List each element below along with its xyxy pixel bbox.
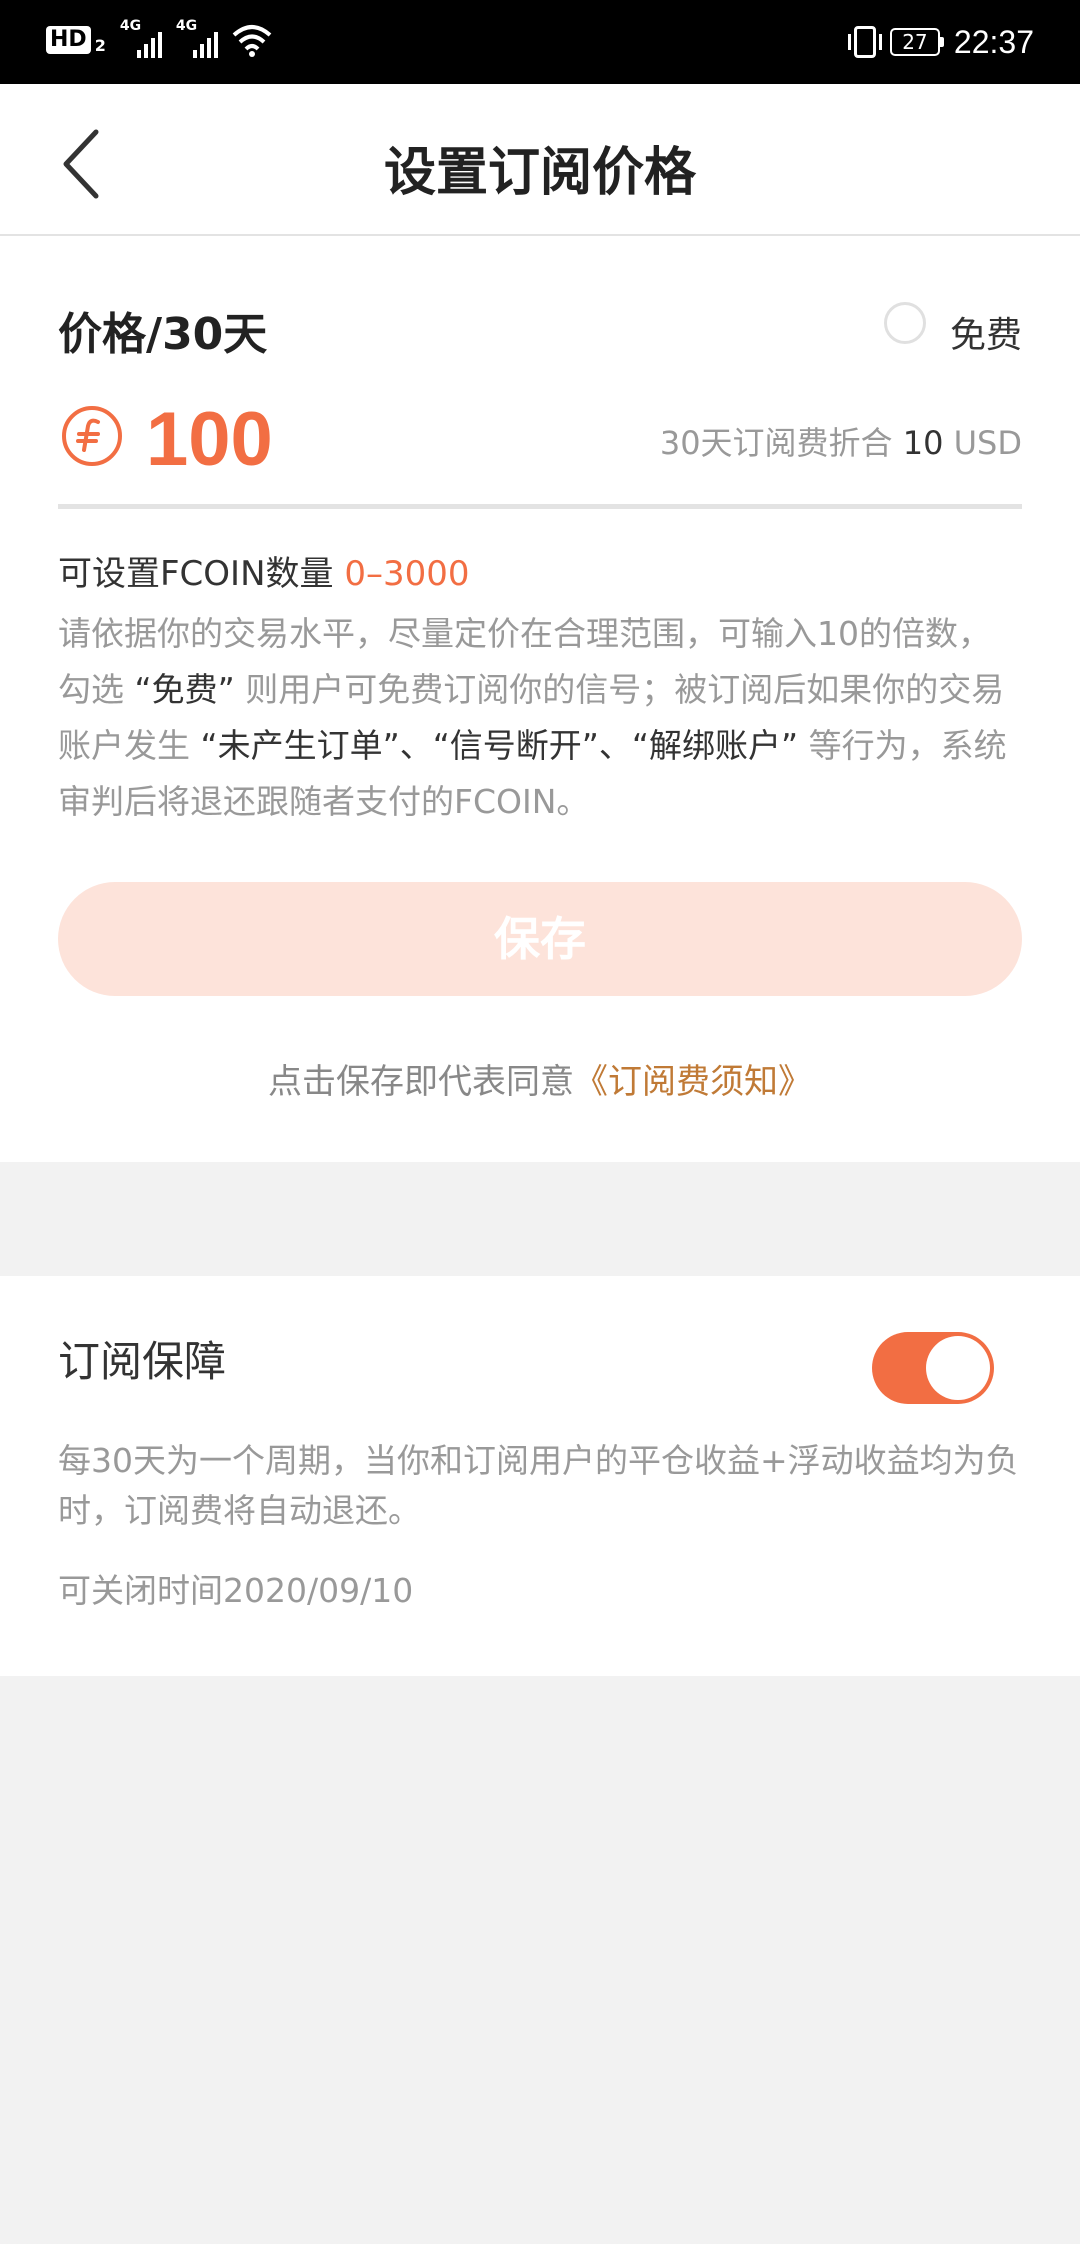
nav-bar: 设置订阅价格: [0, 84, 1080, 236]
status-time: 22:37: [953, 23, 1034, 60]
wifi-icon: [232, 25, 272, 57]
pricing-description: 请依据你的交易水平，尽量定价在合理范围，可输入10的倍数，勾选 “免费” 则用户…: [58, 606, 1022, 830]
free-option-label[interactable]: 免费: [950, 306, 1022, 358]
toggle-knob: [926, 1336, 990, 1400]
hd-badge: HD: [46, 26, 91, 54]
price-input[interactable]: 100: [146, 396, 273, 483]
status-bar: HD 2 4G 4G 27 22:37: [0, 0, 1080, 84]
price-settings-card: 价格/30天 免费 100 30天订阅费折合 10 USD 可设置FCOIN数量…: [0, 236, 1080, 1162]
price-period-label: 价格/30天: [58, 309, 268, 360]
vibrate-icon: [847, 26, 882, 58]
guarantee-toggle[interactable]: [872, 1332, 994, 1404]
agreement-prefix: 点击保存即代表同意: [268, 1062, 574, 1102]
battery-icon: 27: [889, 28, 944, 56]
hd-sub-label: 2: [94, 35, 106, 55]
agreement-text: 点击保存即代表同意《订阅费须知》: [0, 1054, 1080, 1103]
page-title: 设置订阅价格: [383, 143, 696, 203]
guarantee-description: 每30天为一个周期，当你和订阅用户的平仓收益+浮动收益均为负时，订阅费将自动退还…: [58, 1441, 1019, 1530]
fcoin-icon: [62, 406, 122, 466]
conversion-unit: USD: [943, 424, 1022, 462]
cellular-signal-icon-2: 4G: [176, 18, 218, 58]
subscription-terms-link[interactable]: 《订阅费须知》: [574, 1062, 812, 1102]
conversion-prefix: 30天订阅费折合: [659, 424, 903, 462]
guarantee-title: 订阅保障: [58, 1337, 227, 1386]
range-hint: 可设置FCOIN数量 0–3000: [58, 546, 470, 595]
price-divider: [58, 504, 1022, 509]
range-prefix: 可设置FCOIN数量: [58, 554, 345, 594]
desc-free-quote: “免费”: [134, 670, 235, 709]
range-value: 0–3000: [344, 554, 470, 594]
closable-time: 可关闭时间2020/09/10: [58, 1571, 414, 1610]
subscription-guarantee-card: 订阅保障 每30天为一个周期，当你和订阅用户的平仓收益+浮动收益均为负时，订阅费…: [0, 1276, 1080, 1676]
save-button[interactable]: 保存: [58, 882, 1022, 996]
desc-refund-conditions: “未产生订单”、“信号断开”、“解绑账户”: [200, 726, 799, 765]
usd-conversion: 30天订阅费折合 10 USD: [660, 418, 1022, 464]
conversion-amount: 10: [902, 424, 944, 462]
cellular-signal-icon: 4G: [120, 18, 162, 58]
free-radio-button[interactable]: [884, 302, 926, 344]
